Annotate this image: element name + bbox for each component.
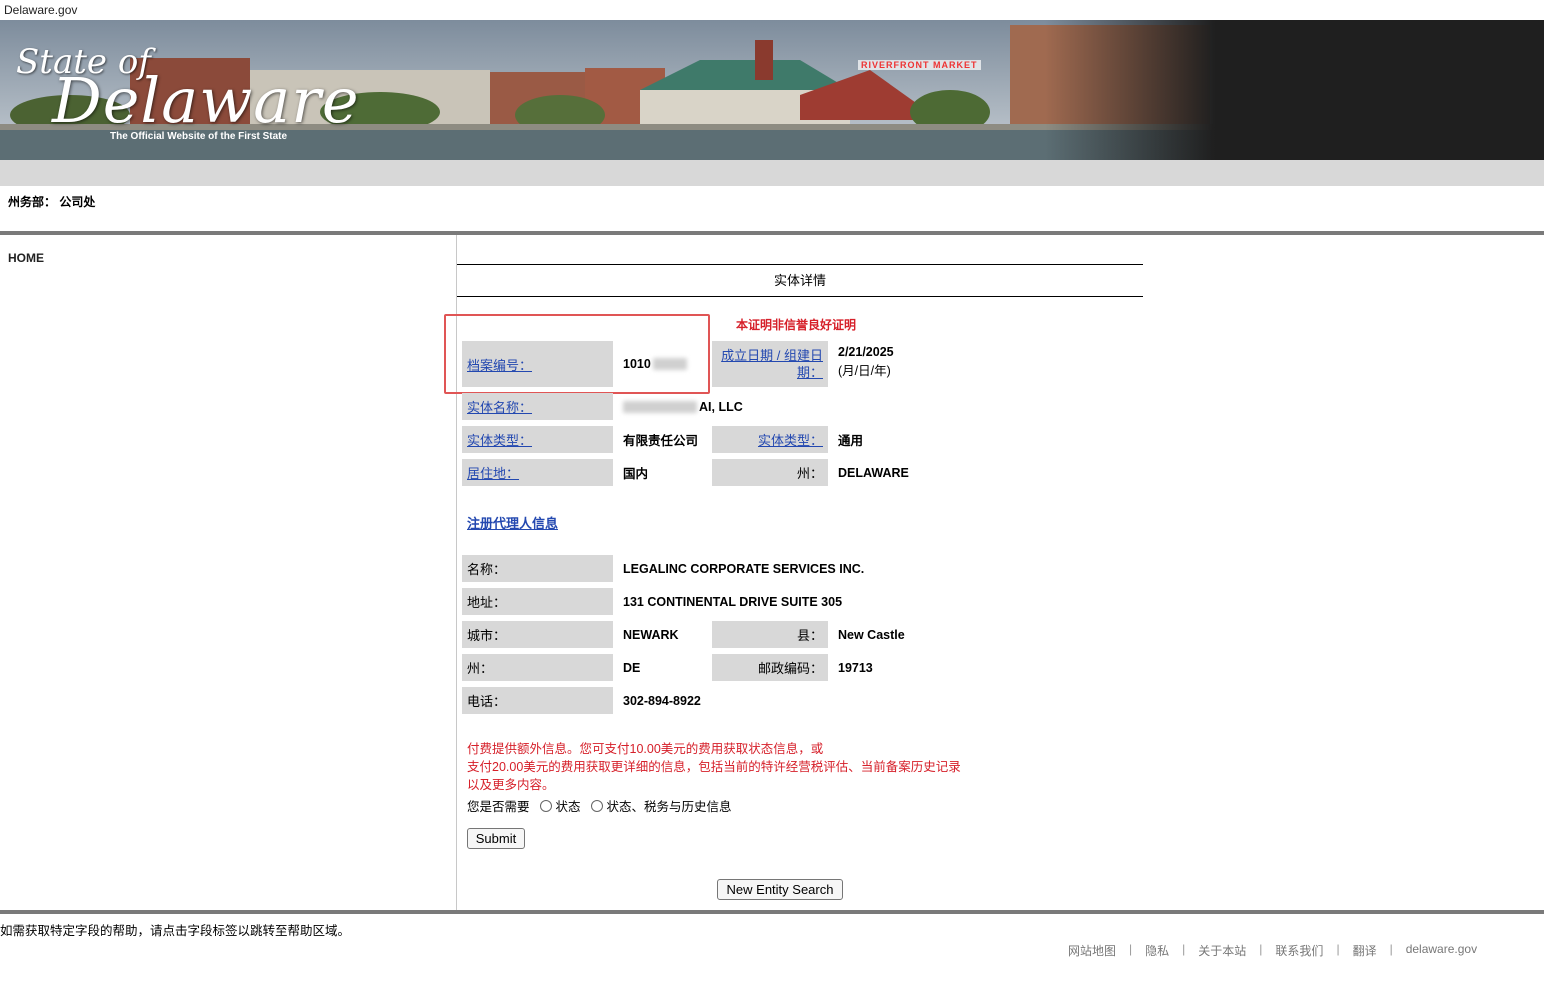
- agent-phone-label: 电话：: [462, 687, 613, 714]
- submit-button[interactable]: Submit: [467, 828, 525, 849]
- logo-tagline: The Official Website of the First State: [110, 131, 288, 142]
- footer-separator: |: [1259, 942, 1263, 956]
- entity-name-label[interactable]: 实体名称：: [467, 397, 532, 416]
- entity-kind-value: 有限责任公司: [623, 434, 699, 448]
- home-link[interactable]: HOME: [8, 251, 44, 265]
- market-sign: RIVERFRONT MARKET: [858, 60, 981, 70]
- residency-label[interactable]: 居住地：: [467, 463, 519, 482]
- footer-separator: |: [1182, 942, 1186, 956]
- agent-address-value: 131 CONTINENTAL DRIVE SUITE 305: [623, 594, 843, 609]
- status-option-label: 状态: [555, 800, 581, 814]
- department-title: 州务部： 公司处: [8, 195, 96, 209]
- footer-separator: |: [1129, 942, 1133, 956]
- agent-zip-label: 邮政编码：: [712, 654, 828, 681]
- entity-name-value-cell: AI, LLC: [623, 393, 743, 420]
- bottom-divider: [0, 910, 1544, 914]
- agent-name-value: LEGALINC CORPORATE SERVICES INC.: [623, 561, 865, 576]
- state-value: DELAWARE: [838, 465, 909, 480]
- new-entity-search-button[interactable]: New Entity Search: [717, 879, 843, 900]
- footer-sitemap-link[interactable]: 网站地图: [1068, 942, 1116, 959]
- header-gray-bar: [0, 160, 1544, 186]
- agent-county-label: 县：: [712, 621, 828, 648]
- footer-separator: |: [1389, 942, 1393, 956]
- status-radio[interactable]: [539, 799, 552, 812]
- footer-links: 网站地图 | 隐私 | 关于本站 | 联系我们 | 翻译 | delaware.…: [1068, 942, 1477, 959]
- agent-state-value: DE: [623, 660, 641, 675]
- top-divider: [0, 231, 1544, 235]
- footer-delaware-gov-link[interactable]: delaware.gov: [1406, 942, 1477, 959]
- info-question: 您是否需要: [467, 800, 530, 814]
- full-info-radio[interactable]: [590, 799, 603, 812]
- entity-name-value: AI, LLC: [699, 399, 743, 414]
- formation-date-value-cell: 2/21/2025 (月/日/年): [838, 345, 894, 379]
- formation-date-format: (月/日/年): [838, 364, 891, 378]
- entity-kind-label-cell: 实体类型：: [462, 426, 613, 453]
- agent-address-label: 地址：: [462, 588, 613, 615]
- footer-separator: |: [1336, 942, 1340, 956]
- agent-zip-value: 19713: [838, 660, 873, 675]
- entity-type-value: 通用: [838, 434, 864, 448]
- agent-state-label: 州：: [462, 654, 613, 681]
- info-option-row: 您是否需要 状态 状态、税务与历史信息: [467, 796, 732, 815]
- registered-agent-link[interactable]: 注册代理人信息: [467, 513, 558, 532]
- site-banner: State of Delaware The Official Website o…: [0, 20, 1544, 160]
- entity-details-title: 实体详情: [457, 264, 1143, 297]
- footer-contact-link[interactable]: 联系我们: [1275, 942, 1323, 959]
- footer-translate-link[interactable]: 翻译: [1353, 942, 1377, 959]
- state-label: 州：: [712, 459, 828, 486]
- entity-type-label-cell: 实体类型：: [712, 426, 828, 453]
- redacted-entity-name: [623, 400, 697, 413]
- site-domain: Delaware.gov: [4, 3, 78, 17]
- agent-city-label: 城市：: [462, 621, 613, 648]
- agent-phone-value: 302-894-8922: [623, 693, 701, 708]
- logo-delaware-text: Delaware: [52, 64, 360, 137]
- formation-date-value: 2/21/2025: [838, 345, 894, 359]
- agent-city-value: NEWARK: [623, 627, 679, 642]
- formation-date-label-cell: 成立日期 / 组建日期：: [712, 341, 828, 387]
- paid-info-notice: 付费提供额外信息。您可支付10.00美元的费用获取状态信息，或 支付20.00美…: [467, 740, 997, 794]
- highlight-box: [444, 314, 710, 394]
- field-help-text: 如需获取特定字段的帮助，请点击字段标签以跳转至帮助区域。: [0, 924, 351, 938]
- footer-privacy-link[interactable]: 隐私: [1145, 942, 1169, 959]
- residency-label-cell: 居住地：: [462, 459, 613, 486]
- residency-value: 国内: [623, 467, 649, 481]
- entity-name-label-cell: 实体名称：: [462, 393, 613, 420]
- formation-date-label[interactable]: 成立日期 / 组建日期：: [717, 347, 823, 381]
- entity-kind-label[interactable]: 实体类型：: [467, 430, 532, 449]
- full-info-option-label: 状态、税务与历史信息: [606, 800, 732, 814]
- footer-about-link[interactable]: 关于本站: [1198, 942, 1246, 959]
- paid-info-line3: 以及更多内容。: [467, 778, 555, 792]
- browser-top-strip: Delaware.gov: [0, 0, 1544, 21]
- entity-type-label[interactable]: 实体类型：: [758, 430, 823, 449]
- paid-info-line1: 付费提供额外信息。您可支付10.00美元的费用获取状态信息，或: [467, 742, 824, 756]
- not-good-standing-notice: 本证明非信誉良好证明: [736, 318, 857, 332]
- agent-county-value: New Castle: [838, 627, 905, 642]
- agent-name-label: 名称：: [462, 555, 613, 582]
- paid-info-line2: 支付20.00美元的费用获取更详细的信息，包括当前的特许经营税评估、当前备案历史…: [467, 760, 961, 774]
